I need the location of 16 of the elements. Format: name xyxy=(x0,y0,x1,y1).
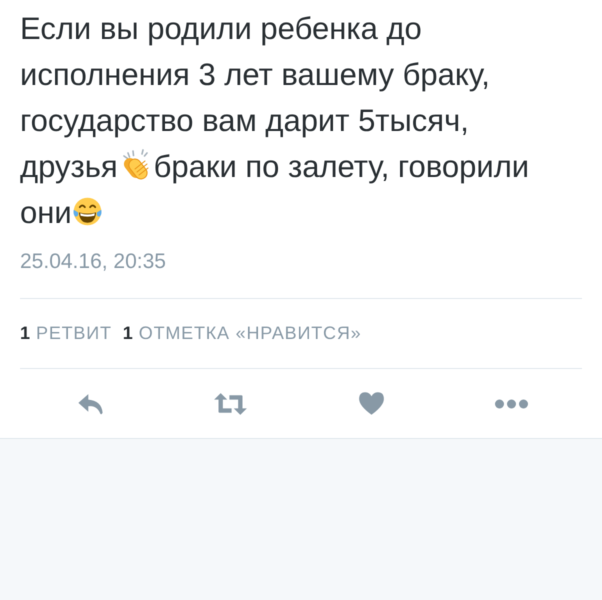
tweet-timestamp: 25.04.16, 20:35 xyxy=(20,250,166,274)
tweet-text: браки по залету, говорили xyxy=(154,149,530,184)
more-icon xyxy=(494,398,530,408)
tweet-text: исполнения 3 лет вашему браку, xyxy=(20,57,490,92)
laughing-face-icon xyxy=(72,196,103,227)
stat-label: ОТМЕТКА «НРАВИТСЯ» xyxy=(138,323,362,344)
tweet-text: они xyxy=(20,195,72,230)
tweet-text: друзья xyxy=(20,149,118,184)
reply-icon xyxy=(76,392,104,414)
stat-count: 1 xyxy=(122,323,133,344)
heart-icon xyxy=(358,391,385,416)
tweet-text: государство вам дарит 5тысяч, xyxy=(20,103,469,138)
stat-label: РЕТВИТ xyxy=(36,323,112,344)
tweet-text: Если вы родили ребенка до xyxy=(20,11,422,46)
retweet-icon xyxy=(213,392,248,416)
stat-count: 1 xyxy=(20,323,30,344)
